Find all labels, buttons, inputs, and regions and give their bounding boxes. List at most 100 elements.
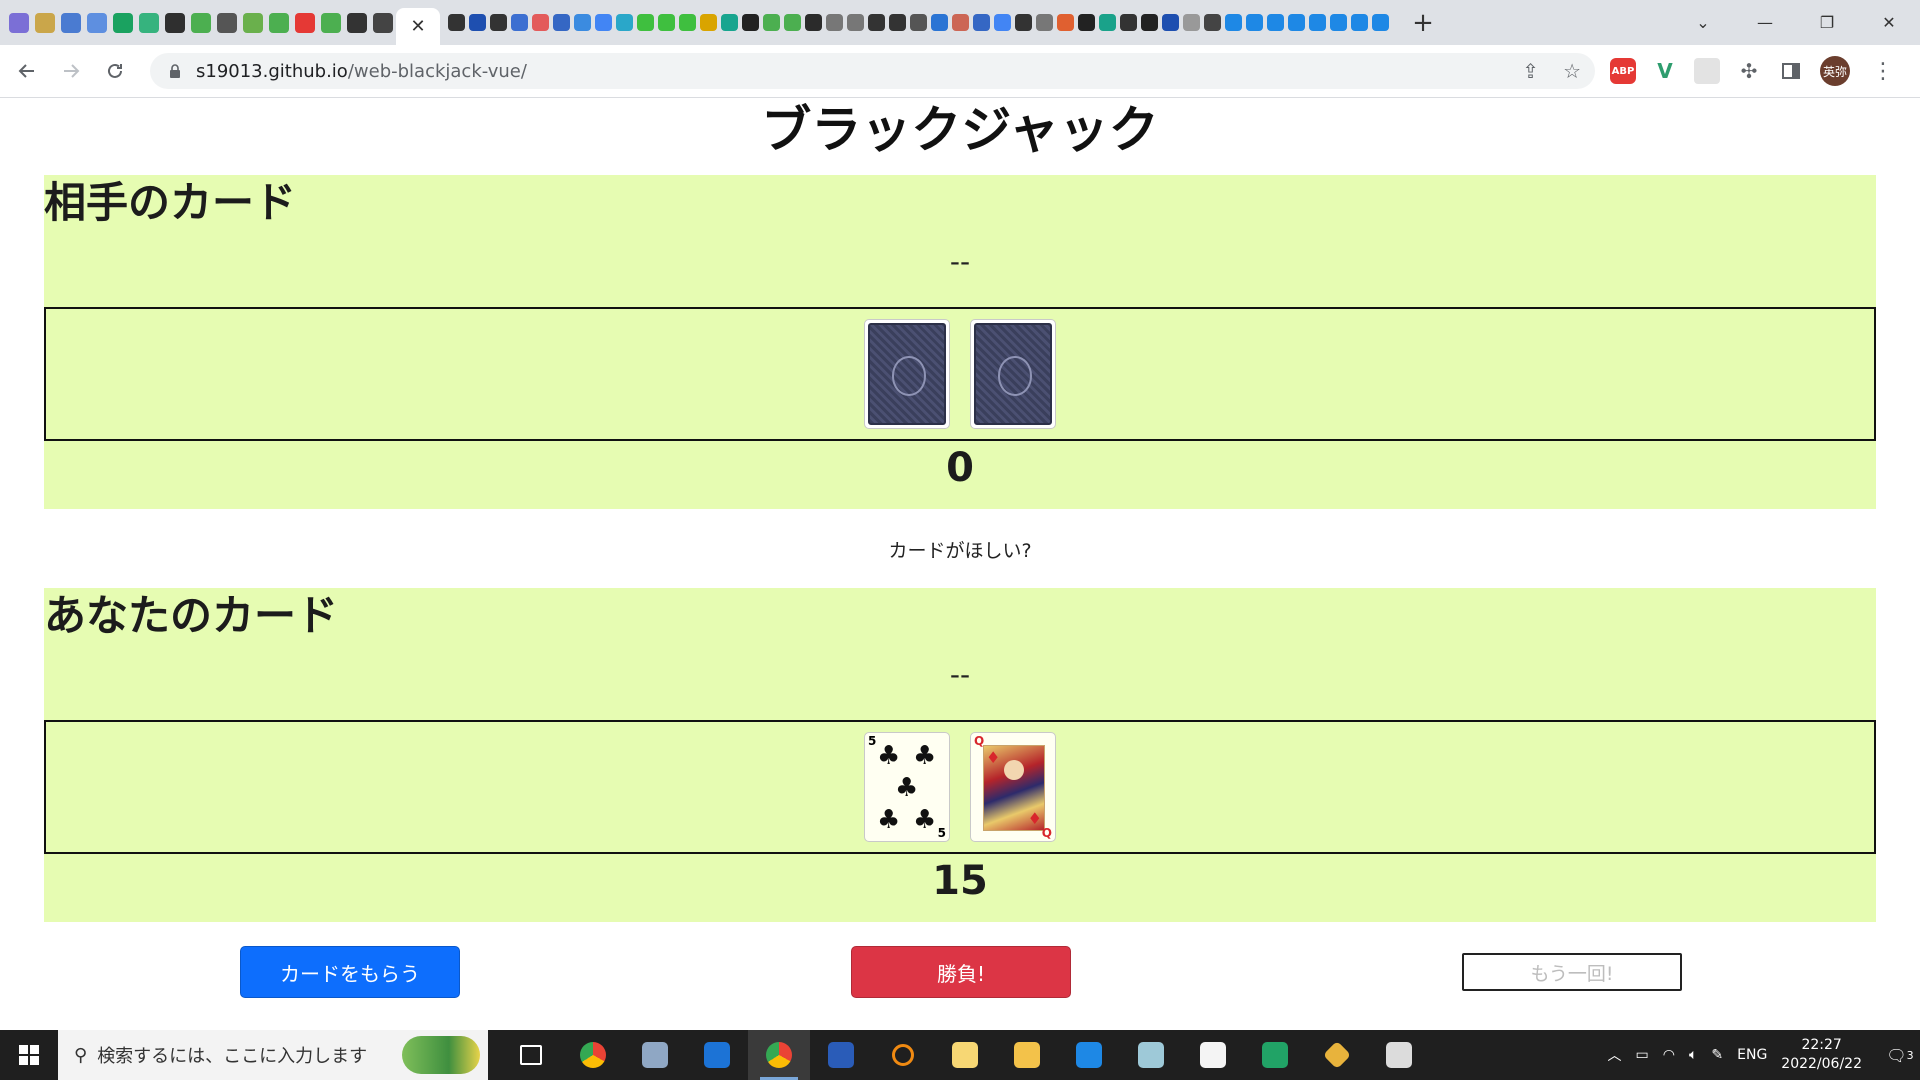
vue-devtools-icon[interactable]: V	[1652, 58, 1678, 84]
tab-search-icon[interactable]: ⌄	[1672, 13, 1734, 32]
taskbar-powershell[interactable]	[810, 1030, 872, 1080]
tab-favicon-icon[interactable]	[1372, 14, 1389, 31]
share-icon[interactable]: ⇪	[1522, 59, 1539, 83]
taskbar-vscode[interactable]	[1058, 1030, 1120, 1080]
task-view-button[interactable]	[500, 1030, 562, 1080]
start-button[interactable]	[0, 1030, 58, 1080]
tab-favicon-icon[interactable]	[868, 14, 885, 31]
tab-favicon-icon[interactable]	[1099, 14, 1116, 31]
restore-icon[interactable]: ❐	[1796, 13, 1858, 32]
tab-favicon-icon[interactable]	[826, 14, 843, 31]
tab-favicon-icon[interactable]	[1288, 14, 1305, 31]
taskbar-sheets[interactable]	[1244, 1030, 1306, 1080]
notification-center-button[interactable]: 🗨︎ 3	[1880, 1030, 1920, 1080]
pinned-tab-favicon-icon[interactable]	[9, 12, 29, 33]
tab-favicon-icon[interactable]	[784, 14, 801, 31]
pinned-tab-favicon-icon[interactable]	[139, 12, 159, 33]
reload-button[interactable]	[98, 54, 132, 88]
battery-icon[interactable]: ▭	[1636, 1047, 1649, 1063]
tab-favicon-icon[interactable]	[448, 14, 465, 31]
tab-favicon-icon[interactable]	[1225, 14, 1242, 31]
taskbar-app-cube[interactable]	[1120, 1030, 1182, 1080]
side-panel-icon[interactable]	[1778, 58, 1804, 84]
tab-favicon-icon[interactable]	[595, 14, 612, 31]
tab-favicon-icon[interactable]	[1351, 14, 1368, 31]
language-indicator[interactable]: ENG	[1737, 1047, 1767, 1063]
profile-avatar[interactable]: 英弥	[1820, 56, 1850, 86]
extension-placeholder-icon[interactable]	[1694, 58, 1720, 84]
tab-favicon-icon[interactable]	[616, 14, 633, 31]
showdown-button[interactable]: 勝負!	[851, 946, 1071, 998]
tab-favicon-icon[interactable]	[658, 14, 675, 31]
pinned-tab-favicon-icon[interactable]	[61, 12, 81, 33]
taskbar-search-app[interactable]	[872, 1030, 934, 1080]
pinned-tab-favicon-icon[interactable]	[87, 12, 107, 33]
tab-favicon-icon[interactable]	[721, 14, 738, 31]
pinned-tab-favicon-icon[interactable]	[295, 12, 315, 33]
pen-icon[interactable]: ✎	[1711, 1047, 1723, 1063]
tab-favicon-icon[interactable]	[553, 14, 570, 31]
pinned-tab-favicon-icon[interactable]	[321, 12, 341, 33]
clock[interactable]: 22:27 2022/06/22	[1781, 1036, 1862, 1074]
tab-favicon-icon[interactable]	[532, 14, 549, 31]
tab-favicon-icon[interactable]	[973, 14, 990, 31]
pinned-tab-favicon-icon[interactable]	[165, 12, 185, 33]
tab-favicon-icon[interactable]	[1078, 14, 1095, 31]
tab-favicon-icon[interactable]	[1267, 14, 1284, 31]
tab-favicon-icon[interactable]	[574, 14, 591, 31]
taskbar-sticky-notes[interactable]	[934, 1030, 996, 1080]
close-tab-icon[interactable]: ✕	[410, 16, 425, 37]
pinned-tab-favicon-icon[interactable]	[243, 12, 263, 33]
taskbar-chrome[interactable]	[562, 1030, 624, 1080]
tab-favicon-icon[interactable]	[469, 14, 486, 31]
pinned-tab-favicon-icon[interactable]	[347, 12, 367, 33]
tab-favicon-icon[interactable]	[1162, 14, 1179, 31]
pinned-tab-favicon-icon[interactable]	[113, 12, 133, 33]
tab-favicon-icon[interactable]	[763, 14, 780, 31]
tab-favicon-icon[interactable]	[889, 14, 906, 31]
tab-favicon-icon[interactable]	[1120, 14, 1137, 31]
tab-favicon-icon[interactable]	[1330, 14, 1347, 31]
tab-favicon-icon[interactable]	[511, 14, 528, 31]
pinned-tab-favicon-icon[interactable]	[191, 12, 211, 33]
back-button[interactable]	[10, 54, 44, 88]
address-bar[interactable]: s19013.github.io/web-blackjack-vue/ ⇪ ☆	[150, 53, 1595, 89]
puzzle-extensions-icon[interactable]: ✣	[1736, 58, 1762, 84]
tab-favicon-icon[interactable]	[637, 14, 654, 31]
tab-favicon-icon[interactable]	[1246, 14, 1263, 31]
tab-favicon-icon[interactable]	[700, 14, 717, 31]
active-tab[interactable]: ✕	[396, 8, 440, 45]
tab-favicon-icon[interactable]	[910, 14, 927, 31]
pinned-tab-favicon-icon[interactable]	[373, 12, 393, 33]
taskbar-explorer[interactable]	[996, 1030, 1058, 1080]
taskbar-media[interactable]	[1368, 1030, 1430, 1080]
tab-favicon-icon[interactable]	[679, 14, 696, 31]
tab-favicon-icon[interactable]	[952, 14, 969, 31]
pinned-tab-favicon-icon[interactable]	[269, 12, 289, 33]
taskbar-notepad[interactable]	[1182, 1030, 1244, 1080]
tray-overflow-icon[interactable]: ︿	[1608, 1045, 1622, 1065]
taskbar-outlook[interactable]	[686, 1030, 748, 1080]
play-again-button[interactable]: もう一回!	[1462, 953, 1682, 991]
close-window-icon[interactable]: ✕	[1858, 13, 1920, 32]
tab-favicon-icon[interactable]	[1036, 14, 1053, 31]
pinned-tab-favicon-icon[interactable]	[35, 12, 55, 33]
tab-favicon-icon[interactable]	[1057, 14, 1074, 31]
adblock-plus-icon[interactable]: ABP	[1610, 58, 1636, 84]
taskbar-git[interactable]	[1306, 1030, 1368, 1080]
tab-favicon-icon[interactable]	[1204, 14, 1221, 31]
bookmark-star-icon[interactable]: ☆	[1563, 59, 1581, 83]
forward-button[interactable]	[54, 54, 88, 88]
tab-favicon-icon[interactable]	[742, 14, 759, 31]
tab-favicon-icon[interactable]	[994, 14, 1011, 31]
draw-card-button[interactable]: カードをもらう	[240, 946, 460, 998]
tab-favicon-icon[interactable]	[931, 14, 948, 31]
volume-icon[interactable]: 🔈︎	[1689, 1047, 1697, 1063]
wifi-icon[interactable]: ◠	[1663, 1047, 1675, 1063]
tab-favicon-icon[interactable]	[490, 14, 507, 31]
minimize-icon[interactable]: —	[1734, 13, 1796, 32]
tab-favicon-icon[interactable]	[1183, 14, 1200, 31]
taskbar-photos[interactable]	[624, 1030, 686, 1080]
taskbar-chrome-profile[interactable]	[748, 1030, 810, 1080]
tab-favicon-icon[interactable]	[1015, 14, 1032, 31]
